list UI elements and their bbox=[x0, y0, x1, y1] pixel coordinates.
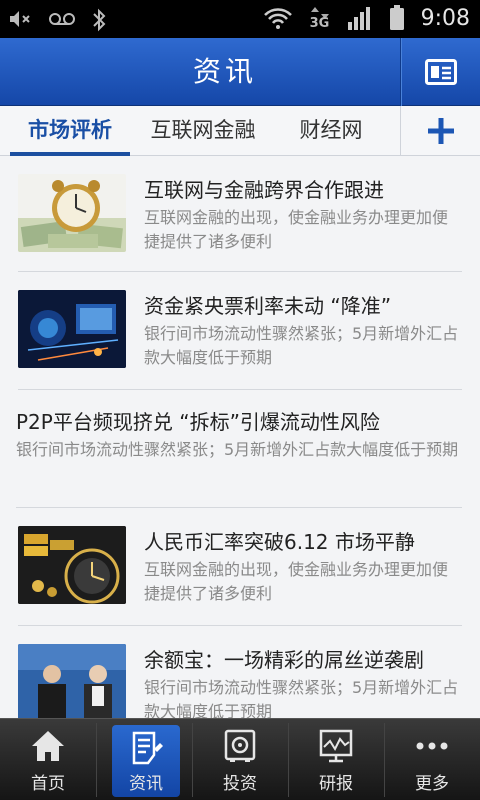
network-3g-indicator: 3G bbox=[309, 4, 331, 32]
chart-icon bbox=[319, 729, 353, 763]
status-bar: 3G 9:08 bbox=[0, 0, 480, 38]
nav-home[interactable]: 首页 bbox=[0, 719, 96, 800]
article-thumbnail-digital-network bbox=[18, 290, 126, 368]
category-tabs: 市场评析 互联网金融 财经网 bbox=[0, 106, 480, 156]
nav-separator bbox=[96, 723, 97, 797]
more-icon bbox=[416, 742, 448, 750]
mute-icon bbox=[10, 11, 30, 27]
article-thumbnail-gold-clock bbox=[18, 526, 126, 604]
contact-card-button[interactable] bbox=[402, 38, 480, 106]
tab-caijing[interactable]: 财经网 bbox=[280, 106, 382, 156]
voicemail-icon bbox=[49, 13, 75, 25]
article-item[interactable]: 人民币汇率突破6.12 市场平静 互联网金融的出现，使金融业务办理更加便捷提供了… bbox=[18, 508, 462, 626]
article-summary: 银行间市场流动性骤然紧张；5月新增外汇占款大幅度低于预期 bbox=[144, 678, 459, 718]
article-thumbnail-clock-money bbox=[18, 174, 126, 252]
article-headline: 余额宝：一场精彩的屌丝逆袭剧 bbox=[144, 648, 424, 672]
article-summary: 互联网金融的出现，使金融业务办理更加便捷提供了诸多便利 bbox=[144, 208, 449, 251]
nav-more[interactable]: 更多 bbox=[384, 719, 480, 800]
contact-card-icon bbox=[425, 59, 457, 85]
article-item[interactable]: 资金紧央票利率未动 “降准” 银行间市场流动性骤然紧张；5月新增外汇占款大幅度低… bbox=[18, 272, 462, 390]
article-headline: 人民币汇率突破6.12 市场平静 bbox=[144, 530, 415, 554]
add-tab-button[interactable] bbox=[401, 106, 480, 156]
nav-news-label: 资讯 bbox=[129, 774, 163, 794]
safe-icon bbox=[224, 729, 256, 762]
nav-research[interactable]: 研报 bbox=[288, 719, 384, 800]
tab-internet-finance[interactable]: 互联网金融 bbox=[140, 106, 266, 156]
article-summary: 银行间市场流动性骤然紧张；5月新增外汇占款大幅度低于预期 bbox=[16, 440, 459, 459]
article-item[interactable]: 余额宝：一场精彩的屌丝逆袭剧 银行间市场流动性骤然紧张；5月新增外汇占款大幅度低… bbox=[18, 626, 462, 718]
nav-invest-label: 投资 bbox=[223, 774, 257, 794]
plus-icon bbox=[427, 118, 454, 144]
article-item[interactable]: P2P平台频现挤兑 “拆标”引爆流动性风险 银行间市场流动性骤然紧张；5月新增外… bbox=[16, 390, 462, 508]
nav-home-label: 首页 bbox=[31, 774, 65, 794]
nav-more-label: 更多 bbox=[415, 774, 449, 794]
article-list: 互联网与金融跨界合作跟进 互联网金融的出现，使金融业务办理更加便捷提供了诸多便利… bbox=[0, 156, 480, 718]
bluetooth-icon bbox=[93, 8, 106, 32]
article-summary: 银行间市场流动性骤然紧张；5月新增外汇占款大幅度低于预期 bbox=[144, 324, 459, 367]
tab-market-analysis[interactable]: 市场评析 bbox=[10, 106, 130, 156]
article-item[interactable]: 互联网与金融跨界合作跟进 互联网金融的出现，使金融业务办理更加便捷提供了诸多便利 bbox=[18, 156, 462, 272]
nav-research-label: 研报 bbox=[319, 774, 353, 794]
title-bar: 资讯 bbox=[0, 38, 480, 106]
status-left-icons bbox=[8, 8, 108, 32]
article-headline: P2P平台频现挤兑 “拆标”引爆流动性风险 bbox=[16, 410, 380, 434]
network-type-label: 3G bbox=[309, 16, 330, 31]
news-icon bbox=[132, 731, 163, 765]
nav-news[interactable]: 资讯 bbox=[112, 725, 180, 797]
home-icon bbox=[32, 731, 64, 761]
article-summary: 互联网金融的出现，使金融业务办理更加便捷提供了诸多便利 bbox=[144, 560, 449, 603]
signal-strength-icon bbox=[347, 7, 370, 30]
nav-invest[interactable]: 投资 bbox=[192, 719, 288, 800]
status-clock: 9:08 bbox=[420, 5, 470, 31]
article-headline: 资金紧央票利率未动 “降准” bbox=[144, 294, 392, 318]
article-thumbnail-press-conference bbox=[18, 644, 126, 718]
wifi-icon bbox=[263, 8, 292, 29]
bottom-navigation: 首页 资讯 投资 研报 更多 bbox=[0, 718, 480, 800]
status-right-icons: 3G 9:08 bbox=[263, 4, 470, 32]
battery-icon bbox=[389, 5, 404, 30]
page-title: 资讯 bbox=[192, 55, 257, 88]
article-headline: 互联网与金融跨界合作跟进 bbox=[144, 178, 384, 202]
